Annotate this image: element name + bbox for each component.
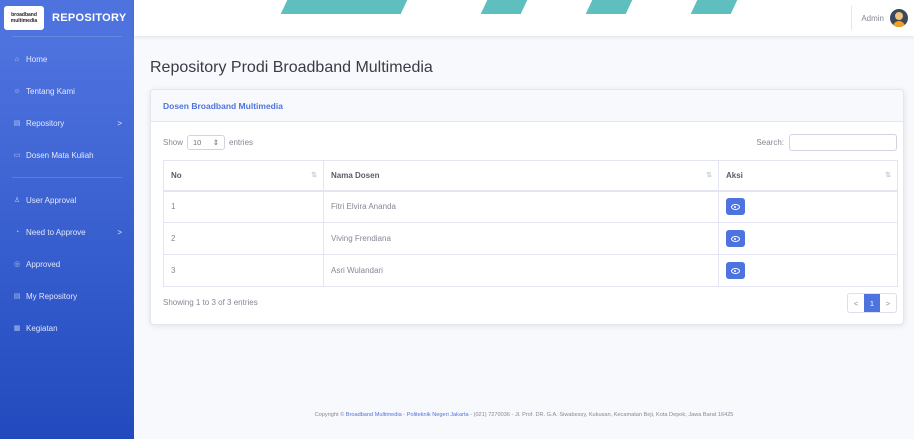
sidebar-item-label: User Approval <box>26 195 77 205</box>
search-box: Search: <box>756 133 897 151</box>
topbar-divider <box>851 6 852 30</box>
sidebar-item-label: Repository <box>26 118 65 128</box>
dosen-card: Dosen Broadband Multimedia Show 10 ⇕ ent… <box>150 89 904 325</box>
brand-logo-text-2: multimedia <box>10 18 38 24</box>
user-name: Admin <box>861 13 884 23</box>
sort-icon: ⇅ <box>885 172 891 179</box>
sidebar-divider <box>12 36 122 37</box>
sidebar-item-label: Home <box>26 54 48 64</box>
pagination: < 1 > <box>847 293 897 313</box>
entries-select[interactable]: 10 ⇕ <box>187 134 226 150</box>
page-title: Repository Prodi Broadband Multimedia <box>150 59 433 76</box>
footer: Copyright © Broadband Multimedia - Polit… <box>134 412 914 418</box>
footer-prefix: Copyright © <box>314 412 345 418</box>
cell-aksi <box>718 254 898 287</box>
chalkboard-icon: ▭ <box>13 152 21 159</box>
eye-icon <box>731 203 740 210</box>
view-button[interactable] <box>726 198 745 216</box>
view-button[interactable] <box>726 262 745 279</box>
column-header-aksi[interactable]: Aksi ⇅ <box>718 160 898 192</box>
avatar <box>890 9 908 27</box>
entries-value: 10 <box>193 137 202 147</box>
view-button[interactable] <box>726 230 745 247</box>
header-decoration <box>280 0 408 14</box>
cell-no: 1 <box>163 190 324 223</box>
sidebar-item-my-repository[interactable]: ▤ My Repository <box>0 280 134 312</box>
sidebar-item-label: Kegiatan <box>26 323 58 333</box>
sidebar-item-repository[interactable]: ▤ Repository > <box>0 107 134 139</box>
header-decoration <box>480 0 528 14</box>
sort-icon: ⇅ <box>311 172 317 179</box>
sidebar-item-label: My Repository <box>26 291 78 301</box>
table-controls: Show 10 ⇕ entries Search: <box>163 133 897 151</box>
calendar-icon: ▦ <box>13 325 21 332</box>
cell-nama-dosen: Viving Frendiana <box>323 222 719 255</box>
cell-aksi <box>718 190 898 223</box>
sidebar-item-label: Need to Approve <box>26 227 86 237</box>
sidebar-item-label: Tentang Kami <box>26 86 75 96</box>
cell-nama-dosen: Asri Wulandari <box>323 254 719 287</box>
check-circle-icon: ◎ <box>13 261 21 268</box>
sort-icon: ⇅ <box>706 172 712 179</box>
sidebar-item-kegiatan[interactable]: ▦ Kegiatan <box>0 312 134 344</box>
pagination-next[interactable]: > <box>880 294 896 312</box>
eye-icon <box>731 267 740 274</box>
column-header-label: No <box>171 170 182 180</box>
pagination-page-1[interactable]: 1 <box>864 294 880 312</box>
home-icon: ⌂ <box>14 55 20 63</box>
table-row: 3 Asri Wulandari <box>163 254 898 287</box>
footer-link-broadband[interactable]: Broadband Multimedia <box>346 412 402 418</box>
sidebar-item-need-to-approve[interactable]: ◔ Need to Approve > <box>0 216 134 248</box>
card-title: Dosen Broadband Multimedia <box>151 90 903 122</box>
cell-nama-dosen: Fitri Elvira Ananda <box>323 190 719 223</box>
table-info: Showing 1 to 3 of 3 entries <box>163 298 258 307</box>
sidebar-divider <box>12 177 122 178</box>
column-header-nama-dosen[interactable]: Nama Dosen ⇅ <box>323 160 719 192</box>
header-decoration <box>585 0 633 14</box>
cell-no: 3 <box>163 254 324 287</box>
clock-icon: ◔ <box>14 228 20 236</box>
chevron-right-icon: > <box>117 227 122 237</box>
entries-label: entries <box>229 137 254 147</box>
column-header-label: Aksi <box>726 170 743 180</box>
brand[interactable]: broadband multimedia REPOSITORY <box>0 0 134 36</box>
brand-logo: broadband multimedia <box>4 6 44 30</box>
file-icon: ▤ <box>13 293 21 300</box>
user-check-icon: ♙ <box>13 197 21 204</box>
header-decoration <box>690 0 738 14</box>
users-icon: ☺ <box>13 87 21 95</box>
file-icon: ▤ <box>13 120 21 127</box>
chevron-right-icon: > <box>117 118 122 128</box>
cell-no: 2 <box>163 222 324 255</box>
sidebar-item-label: Approved <box>26 259 61 269</box>
sidebar-item-label: Dosen Mata Kuliah <box>26 150 94 160</box>
show-label: Show <box>163 137 184 147</box>
footer-address: - (021) 7270036 - Jl. Prof. DR. G.A. Siw… <box>468 412 734 418</box>
column-header-no[interactable]: No ⇅ <box>163 160 324 192</box>
pagination-prev[interactable]: < <box>848 294 864 312</box>
eye-icon <box>731 235 740 242</box>
column-header-label: Nama Dosen <box>331 170 380 180</box>
table-header-row: No ⇅ Nama Dosen ⇅ Aksi ⇅ <box>163 160 898 192</box>
search-input[interactable] <box>789 133 897 151</box>
topbar: Admin <box>134 0 914 36</box>
sidebar: broadband multimedia REPOSITORY ⌂ Home ☺… <box>0 0 134 439</box>
footer-link-pnj[interactable]: Politeknik Negeri Jakarta <box>407 412 469 418</box>
sidebar-item-home[interactable]: ⌂ Home <box>0 43 134 75</box>
sidebar-item-dosen-mata-kuliah[interactable]: ▭ Dosen Mata Kuliah <box>0 139 134 171</box>
dosen-table: No ⇅ Nama Dosen ⇅ Aksi ⇅ 1 Fitri Elvira … <box>163 160 898 287</box>
sidebar-item-tentang-kami[interactable]: ☺ Tentang Kami <box>0 75 134 107</box>
search-label: Search: <box>756 137 784 147</box>
select-arrows-icon: ⇕ <box>212 137 220 147</box>
table-row: 2 Viving Frendiana <box>163 222 898 255</box>
table-row: 1 Fitri Elvira Ananda <box>163 190 898 223</box>
user-dropdown[interactable]: Admin <box>861 9 908 27</box>
sidebar-item-user-approval[interactable]: ♙ User Approval <box>0 184 134 216</box>
brand-title: REPOSITORY <box>52 12 127 24</box>
sidebar-item-approved[interactable]: ◎ Approved <box>0 248 134 280</box>
cell-aksi <box>718 222 898 255</box>
